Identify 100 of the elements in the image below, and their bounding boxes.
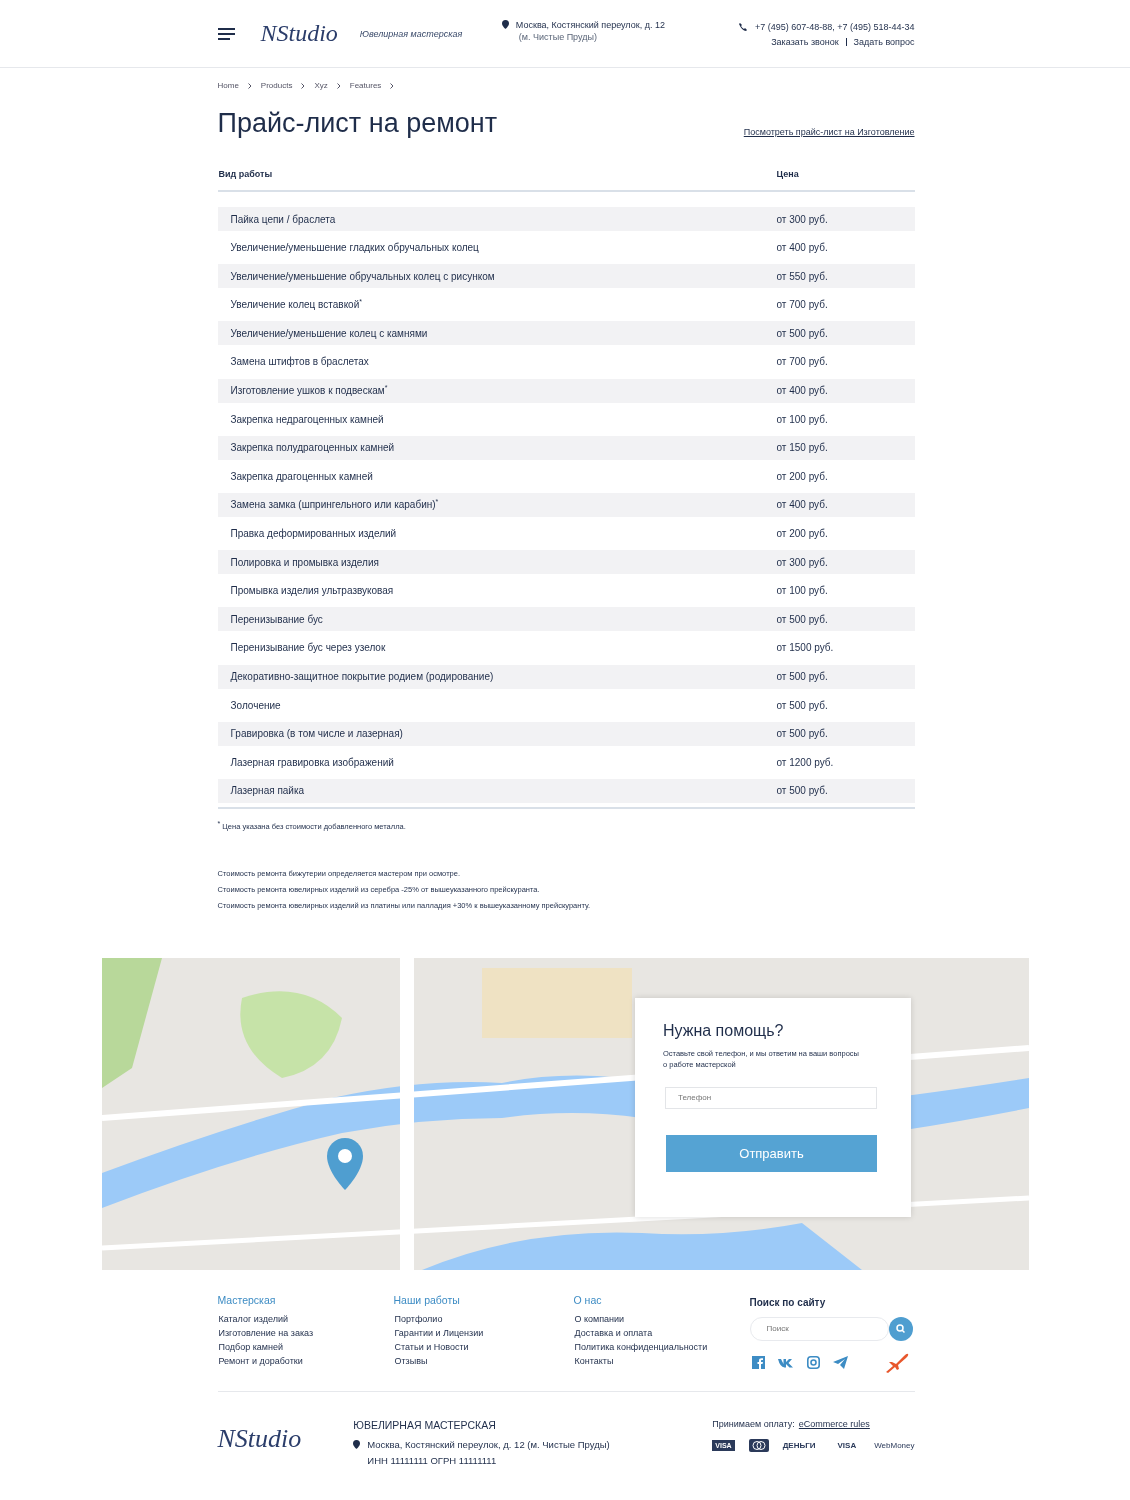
page-title: Прайс-лист на ремонт — [217, 108, 498, 139]
breadcrumb-link[interactable]: Products — [260, 81, 293, 90]
search-title: Поиск по сайту — [749, 1296, 827, 1308]
table-cell-text: от 500 руб. — [776, 671, 829, 682]
phone-numbers: +7 (495) 607-48-88, +7 (495) 518-44-34 — [754, 22, 915, 32]
footer-link[interactable]: Контакты — [573, 1355, 750, 1366]
footer-link[interactable]: Отзывы — [393, 1355, 574, 1366]
table-cell-text: Декоративно-защитное покрытие родием (родирование) — [229, 671, 495, 682]
logo[interactable]: NStudio — [217, 1423, 302, 1454]
footer-heading[interactable]: Мастерская — [217, 1293, 394, 1306]
footer-link[interactable]: Изготовление на заказ — [217, 1327, 394, 1338]
table-cell-text: Перенизывание бус через узелок — [229, 642, 387, 654]
table-cell-text: от 550 руб. — [776, 270, 829, 282]
chevron-icon — [301, 82, 306, 89]
table-cell-text: Увеличение/уменьшение гладких обручальных колец — [229, 242, 480, 254]
footer-heading[interactable]: Наши работы — [393, 1293, 574, 1306]
footer-link[interactable]: Доставка и оплата — [573, 1327, 750, 1338]
table-cell-text: от 150 руб. — [776, 442, 829, 454]
breadcrumb-link[interactable]: Features — [349, 81, 382, 90]
instagram-icon[interactable] — [806, 1356, 820, 1370]
address: Москва, Костянский переулок, д. 12 — [515, 19, 665, 30]
column-header: Вид работы — [218, 169, 274, 179]
chevron-icon — [247, 82, 252, 89]
table-cell-text: от 1500 руб. — [776, 642, 835, 654]
table-cell-text: Перенизывание бус — [229, 613, 324, 625]
chevron-icon — [390, 82, 395, 89]
facebook-icon[interactable] — [751, 1356, 765, 1370]
table-cell-text: Закрепка недрагоценных камней — [229, 413, 385, 425]
qiwi-logo: VISA — [837, 1440, 857, 1450]
chevron-icon — [336, 82, 341, 89]
table-cell-text: от 300 руб. — [776, 213, 829, 225]
table-cell-text: Замена штифтов в браслетах — [229, 356, 370, 368]
payment-link[interactable]: eCommerce rules — [798, 1418, 870, 1429]
breadcrumb-link[interactable]: Xyz — [314, 81, 328, 90]
footer-link[interactable]: Каталог изделий — [217, 1313, 394, 1324]
table-cell-text: Золочение — [229, 699, 282, 711]
table-cell-text: от 500 руб. — [776, 699, 829, 711]
table-cell-text: Увеличение колец вставкой$^{*}$ — [229, 299, 363, 311]
footer-link[interactable]: О компании — [573, 1313, 750, 1324]
search-icon[interactable] — [888, 1316, 913, 1341]
card-logo — [748, 1438, 769, 1452]
logo[interactable]: NStudio — [260, 20, 338, 47]
price-list-link[interactable]: Посмотреть прайс-лист на Изготовление — [743, 127, 915, 137]
menu-icon[interactable] — [217, 27, 235, 40]
table-cell-text: Промывка изделия ультразвуковая — [229, 585, 395, 597]
table-cell-text: Полировка и промывка изделия — [229, 556, 380, 568]
table-cell-text: от 700 руб. — [776, 299, 829, 311]
footer-link[interactable]: Портфолио — [393, 1313, 574, 1324]
location-pin-icon — [501, 19, 509, 29]
header-link[interactable]: Заказать звонок — [771, 37, 839, 47]
table-cell-text: от 400 руб. — [776, 499, 829, 511]
legal-info: ИНН 11111111 ОГРН 11111111 — [366, 1454, 498, 1466]
table-cell-text: Лазерная гравировка изображений — [229, 756, 395, 768]
table-cell-text: от 700 руб. — [776, 356, 829, 368]
table-cell-text: от 200 руб. — [776, 528, 829, 540]
table-cell-text: Увеличение/уменьшение обручальных колец с рисунком — [229, 270, 496, 282]
search-field[interactable]: Поиск — [749, 1316, 889, 1341]
footer-link[interactable]: Статьи и Новости — [393, 1341, 574, 1352]
metro-station: (м. Чистые Пруды) — [517, 31, 598, 42]
company-name: ЮВЕЛИРНАЯ МАСТЕРСКАЯ — [353, 1418, 497, 1431]
table-cell-text: Закрепка полудрагоценных камней — [229, 442, 396, 454]
tagline: Ювелирная мастерская — [359, 28, 464, 39]
table-cell-text: Изготовление ушков к подвескам$^{*}$ — [229, 385, 389, 397]
table-cell-text: от 100 руб. — [776, 585, 829, 597]
payment-label: Принимаем оплату: — [712, 1418, 795, 1429]
footer-link[interactable]: Подбор камней — [217, 1341, 394, 1352]
header-link[interactable]: Задать вопрос — [853, 37, 915, 47]
breadcrumb-link[interactable]: Home — [217, 81, 239, 90]
table-cell-text: Лазерная пайка — [229, 785, 306, 797]
table-cell-text: от 500 руб. — [776, 613, 829, 625]
paper-plane-icon[interactable] — [832, 1356, 848, 1370]
airplane-icon[interactable] — [884, 1352, 909, 1373]
help-title: Нужна помощь? — [663, 1021, 785, 1040]
vk-icon[interactable] — [777, 1357, 794, 1368]
footer-link[interactable]: Политика конфиденциальности — [573, 1341, 750, 1352]
table-cell-text: от 200 руб. — [776, 470, 829, 482]
table-cell-text: от 400 руб. — [776, 385, 829, 397]
footer-link[interactable]: Гарантии и Лицензии — [393, 1327, 574, 1338]
address: Москва, Костянский переулок, д. 12 (м. Чистые Пруды) — [367, 1438, 610, 1450]
location-pin-icon — [353, 1439, 361, 1449]
table-cell-text: от 100 руб. — [776, 413, 829, 425]
table-cell-text: Правка деформированных изделий — [229, 528, 398, 540]
phone-input-field[interactable]: Телефон — [665, 1086, 877, 1109]
table-cell-text: Закрепка драгоценных камней — [229, 470, 374, 482]
table-cell-text: Пайка цепи / браслета — [229, 213, 337, 225]
webmoney-logo: WebMoney — [874, 1440, 915, 1450]
table-cell-text: от 1200 руб. — [776, 756, 835, 768]
phone-icon — [738, 23, 747, 31]
table-cell-text: Гравировка (в том числе и лазерная) — [229, 728, 404, 740]
table-cell-text: от 500 руб. — [776, 785, 829, 797]
column-header: Цена — [776, 169, 800, 179]
money-logo: ДЕНЬГИ — [782, 1440, 816, 1450]
table-cell-text: от 500 руб. — [776, 327, 829, 339]
footer-link[interactable]: Ремонт и доработки — [217, 1355, 394, 1366]
table-cell-text: Увеличение/уменьшение колец с камнями — [229, 327, 429, 339]
table-cell-text: от 300 руб. — [776, 556, 829, 568]
table-cell-text: от 400 руб. — [776, 242, 829, 254]
table-cell-text: от 500 руб. — [776, 728, 829, 740]
footer-heading[interactable]: О нас — [573, 1293, 750, 1306]
table-cell-text: Замена замка (шпрингельного или карабин)$^{*}$ — [229, 499, 440, 511]
